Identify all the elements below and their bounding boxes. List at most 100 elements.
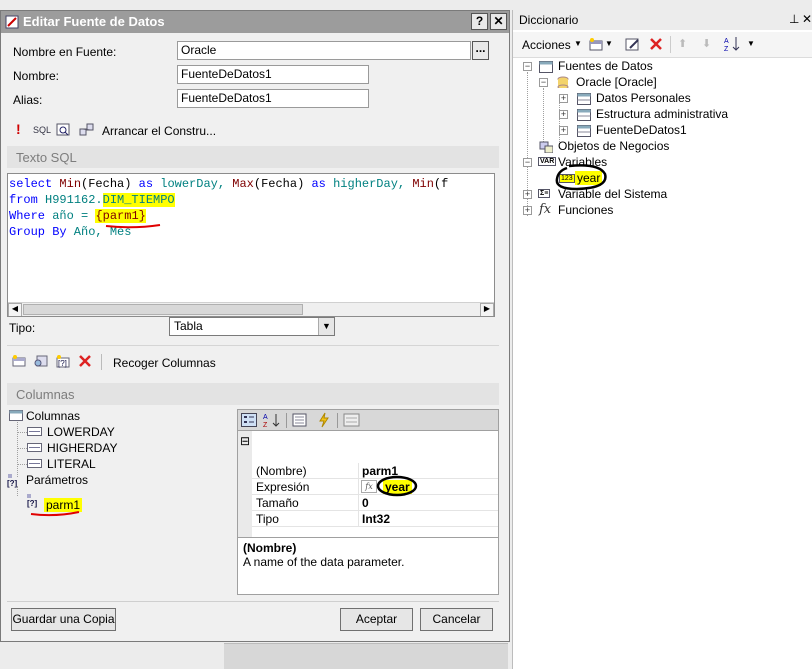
svg-text:[?]: [?]: [27, 499, 38, 508]
property-grid[interactable]: ⊟ (Nombre) parm1 Expresión fx year Tamañ…: [237, 431, 499, 539]
scroll-thumb[interactable]: [23, 304, 303, 315]
sql-token: Min: [59, 177, 82, 191]
cancel-button[interactable]: Cancelar: [420, 608, 493, 631]
pin-icon[interactable]: ⊥: [789, 12, 799, 26]
tree-node-functions[interactable]: Funciones: [558, 203, 613, 217]
browse-button[interactable]: ...: [472, 41, 489, 60]
sql-token: higherDay,: [325, 177, 413, 191]
functions-icon: fx: [539, 202, 552, 217]
query-icon[interactable]: [56, 123, 71, 137]
tree-node-admin[interactable]: Estructura administrativa: [596, 107, 728, 121]
property-row-size[interactable]: Tamaño 0: [252, 495, 498, 511]
tree-node-business[interactable]: Objetos de Negocios: [558, 139, 669, 153]
property-row-name[interactable]: (Nombre) parm1: [252, 463, 498, 479]
toolbar-separator: [101, 354, 102, 370]
collapse-icon[interactable]: −: [539, 78, 548, 87]
alias-input[interactable]: FuenteDeDatos1: [177, 89, 369, 108]
dictionary-toolbar: Acciones ▼ ▼ ⬆ ⬇ AZ ▼: [513, 32, 812, 58]
move-up-icon[interactable]: ⬆: [678, 37, 687, 50]
property-row-type[interactable]: Tipo Int32: [252, 511, 498, 527]
ok-button[interactable]: Aceptar: [340, 608, 413, 631]
sql-horizontal-scrollbar[interactable]: ◀ ▶: [8, 302, 494, 316]
sql-line-1: select Min(Fecha) as lowerDay, Max(Fecha…: [9, 177, 448, 191]
tree-node-fds1[interactable]: FuenteDeDatos1: [596, 123, 687, 137]
builder-button[interactable]: Arrancar el Constru...: [102, 124, 216, 138]
source-name-field[interactable]: Oracle: [177, 41, 471, 60]
property-value[interactable]: Int32: [362, 512, 390, 526]
sql-token: lowerDay,: [153, 177, 233, 191]
tree-node-personal[interactable]: Datos Personales: [596, 91, 691, 105]
events-icon[interactable]: [316, 412, 332, 428]
expand-icon[interactable]: +: [559, 126, 568, 135]
columns-tree[interactable]: Columnas LOWERDAY HIGHERDAY LITERAL [?] …: [7, 406, 235, 600]
table-icon: [577, 109, 591, 121]
alias-label: Alias:: [13, 93, 43, 107]
move-down-icon[interactable]: ⬇: [702, 37, 711, 50]
delete-icon[interactable]: [649, 37, 663, 51]
edit-icon[interactable]: [625, 37, 641, 51]
actions-menu[interactable]: Acciones: [522, 38, 571, 52]
dictionary-close-icon[interactable]: ✕: [802, 12, 812, 26]
database-icon: [557, 76, 569, 88]
divider: [7, 345, 499, 346]
sql-editor[interactable]: select Min(Fecha) as lowerDay, Max(Fecha…: [7, 173, 495, 317]
help-button[interactable]: ?: [471, 13, 488, 30]
new-parameter-icon[interactable]: [?]: [55, 354, 71, 368]
edit-datasource-dialog: Editar Fuente de Datos ? ✕ Nombre en Fue…: [0, 10, 510, 642]
collapse-icon[interactable]: −: [523, 62, 532, 71]
parameters-node[interactable]: Parámetros: [26, 473, 88, 487]
type-label: Tipo:: [9, 321, 36, 335]
property-row-expression[interactable]: Expresión fx year: [252, 475, 498, 497]
datasource-icon: [5, 15, 19, 29]
columns-node[interactable]: Columnas: [26, 409, 80, 423]
close-button[interactable]: ✕: [490, 13, 507, 30]
table-icon: [577, 125, 591, 137]
delete-icon[interactable]: [78, 354, 92, 368]
expand-icon[interactable]: +: [523, 190, 532, 199]
chevron-down-icon[interactable]: ▼: [747, 39, 755, 48]
sort-icon[interactable]: AZ: [724, 35, 742, 53]
categorized-icon[interactable]: [241, 413, 257, 427]
expand-icon[interactable]: +: [559, 110, 568, 119]
collapse-icon[interactable]: −: [523, 158, 532, 167]
chevron-down-icon[interactable]: ▼: [574, 39, 582, 48]
calc-column-icon[interactable]: [33, 354, 49, 368]
dictionary-tree[interactable]: − Fuentes de Datos − Oracle [Oracle] + D…: [513, 58, 812, 669]
collect-columns-button[interactable]: Recoger Columnas: [113, 356, 216, 370]
property-pages-icon[interactable]: [343, 413, 361, 427]
sql-toggle[interactable]: SQL: [33, 125, 51, 135]
new-column-icon[interactable]: [11, 354, 27, 368]
property-value[interactable]: 0: [362, 496, 369, 510]
tree-node-oracle[interactable]: Oracle [Oracle]: [576, 75, 657, 89]
svg-text:[?]: [?]: [7, 479, 18, 488]
name-input[interactable]: FuenteDeDatos1: [177, 65, 369, 84]
property-toolbar: AZ: [237, 409, 499, 431]
sql-token: DIM_TIEMPO: [102, 193, 175, 207]
exclamation-icon[interactable]: !: [16, 121, 21, 137]
parameters-folder-icon: [?]: [7, 474, 18, 488]
fx-icon[interactable]: fx: [361, 480, 377, 493]
sql-token: Where: [9, 209, 46, 223]
scroll-left-icon[interactable]: ◀: [8, 303, 22, 316]
dictionary-panel: Diccionario ⊥ ✕ Acciones ▼ ▼ ⬆ ⬇ AZ ▼ − …: [512, 10, 812, 669]
tree-node-datasources[interactable]: Fuentes de Datos: [558, 59, 653, 73]
sort-alphabetical-icon[interactable]: AZ: [263, 412, 281, 428]
chevron-down-icon[interactable]: ▼: [605, 39, 613, 48]
expand-icon[interactable]: +: [559, 94, 568, 103]
builder-icon[interactable]: [79, 123, 95, 137]
column-item[interactable]: LOWERDAY: [47, 425, 115, 439]
column-item[interactable]: HIGHERDAY: [47, 441, 117, 455]
type-select[interactable]: Tabla ▼: [169, 317, 335, 336]
scroll-right-icon[interactable]: ▶: [480, 303, 494, 316]
sql-section-header: Texto SQL: [7, 146, 499, 168]
description-title: (Nombre): [243, 541, 297, 555]
save-copy-button[interactable]: Guardar una Copia: [11, 608, 116, 631]
collapse-icon[interactable]: ⊟: [240, 434, 250, 448]
property-key: Tamaño: [256, 496, 299, 510]
tree-node-system-vars[interactable]: Variable del Sistema: [558, 187, 667, 201]
column-item[interactable]: LITERAL: [47, 457, 96, 471]
chevron-down-icon[interactable]: ▼: [318, 318, 334, 335]
properties-icon[interactable]: [292, 413, 308, 427]
new-item-icon[interactable]: [588, 37, 604, 51]
expand-icon[interactable]: +: [523, 206, 532, 215]
